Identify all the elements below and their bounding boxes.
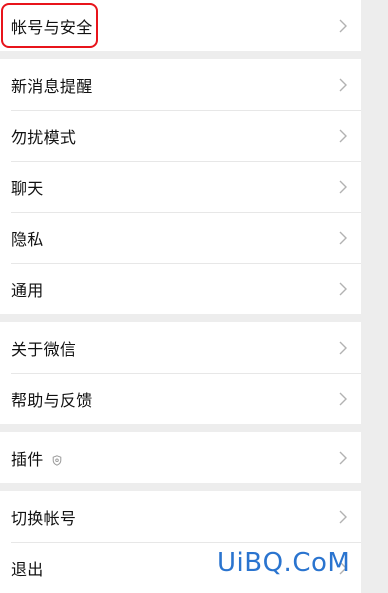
- settings-item-label: 关于微信: [11, 339, 77, 359]
- group-divider: [0, 314, 361, 322]
- settings-item-label: 新消息提醒: [11, 76, 93, 96]
- chevron-right-icon: [339, 78, 347, 91]
- settings-item-about-wechat[interactable]: 关于微信: [0, 322, 361, 373]
- highlight-annotation-box: [1, 3, 98, 48]
- chevron-right-icon: [339, 510, 347, 523]
- settings-screen: 帐号与安全 新消息提醒 勿扰模式 聊天 隐私 通用 关于微信 帮助与反馈 插件 …: [0, 0, 388, 593]
- chevron-right-icon: [339, 231, 347, 244]
- settings-item-general[interactable]: 通用: [0, 263, 361, 314]
- chevron-right-icon: [339, 451, 347, 464]
- settings-item-privacy[interactable]: 隐私: [0, 212, 361, 263]
- settings-item-label: 帮助与反馈: [11, 390, 93, 410]
- chevron-right-icon: [339, 392, 347, 405]
- settings-item-switch-account[interactable]: 切换帐号: [0, 491, 361, 542]
- chevron-right-icon: [339, 341, 347, 354]
- chevron-right-icon: [339, 19, 347, 32]
- settings-item-label: 切换帐号: [11, 508, 77, 528]
- settings-item-new-message-notifications[interactable]: 新消息提醒: [0, 59, 361, 110]
- settings-item-label-wrap: 插件: [11, 446, 62, 470]
- settings-item-label: 隐私: [11, 229, 44, 249]
- shield-icon: [52, 454, 61, 466]
- settings-group-plugins: 插件: [0, 432, 361, 483]
- settings-item-label: 插件: [11, 449, 44, 469]
- settings-group-about: 关于微信 帮助与反馈: [0, 322, 361, 424]
- group-divider: [0, 483, 361, 491]
- watermark-text: UiBQ.CoM: [217, 548, 351, 578]
- settings-list: 帐号与安全 新消息提醒 勿扰模式 聊天 隐私 通用 关于微信 帮助与反馈 插件 …: [0, 0, 361, 593]
- settings-item-label: 退出: [11, 559, 44, 579]
- settings-item-plugins[interactable]: 插件: [0, 432, 361, 483]
- settings-group-general: 新消息提醒 勿扰模式 聊天 隐私 通用: [0, 59, 361, 314]
- settings-item-label: 通用: [11, 280, 44, 300]
- settings-item-do-not-disturb[interactable]: 勿扰模式: [0, 110, 361, 161]
- settings-item-chat[interactable]: 聊天: [0, 161, 361, 212]
- chevron-right-icon: [339, 180, 347, 193]
- group-divider: [0, 51, 361, 59]
- chevron-right-icon: [339, 282, 347, 295]
- settings-item-label: 聊天: [11, 178, 44, 198]
- settings-item-label: 勿扰模式: [11, 127, 77, 147]
- chevron-right-icon: [339, 129, 347, 142]
- group-divider: [0, 424, 361, 432]
- settings-item-help-feedback[interactable]: 帮助与反馈: [0, 373, 361, 424]
